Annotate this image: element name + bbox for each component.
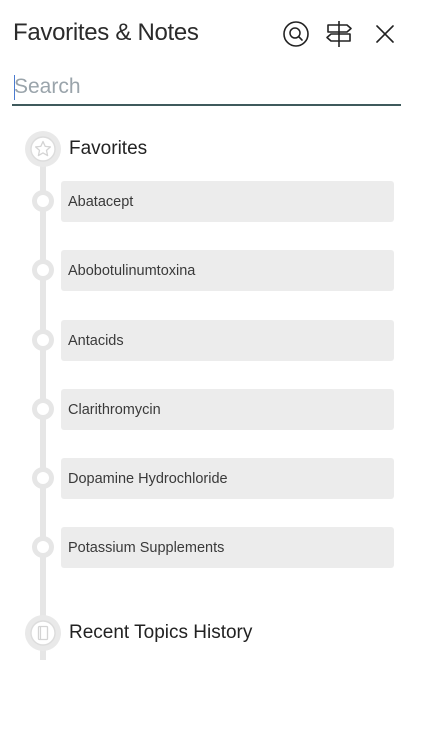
- timeline-dot: [32, 259, 54, 281]
- list-item: Potassium Supplements: [30, 527, 394, 568]
- list-item: Abobotulinumtoxina: [30, 250, 394, 291]
- favorite-item-button[interactable]: Potassium Supplements: [61, 527, 394, 568]
- favorite-item-button[interactable]: Antacids: [61, 320, 394, 361]
- book-icon: [25, 615, 61, 651]
- search-field[interactable]: [12, 72, 405, 106]
- favorites-section-header[interactable]: Favorites: [25, 130, 147, 168]
- close-icon: [376, 25, 394, 43]
- star-icon: [25, 131, 61, 167]
- favorite-item-button[interactable]: Abatacept: [61, 181, 394, 222]
- favorites-label: Favorites: [69, 138, 148, 159]
- favorite-item-label: Dopamine Hydrochloride: [68, 470, 228, 487]
- page-title: Favorites & Notes: [13, 19, 199, 46]
- favorite-item-label: Abatacept: [68, 193, 134, 210]
- list-item: Antacids: [30, 320, 394, 361]
- search-icon: [283, 21, 309, 47]
- favorite-item-button[interactable]: Clarithromycin: [61, 389, 394, 430]
- history-label: Recent Topics History: [69, 622, 253, 643]
- favorite-item-label: Potassium Supplements: [68, 539, 225, 556]
- favorite-item-label: Clarithromycin: [68, 401, 161, 418]
- text-caret: [14, 75, 15, 100]
- timeline-dot: [32, 398, 54, 420]
- favorite-item-button[interactable]: Abobotulinumtoxina: [61, 250, 394, 291]
- close-button[interactable]: [369, 18, 401, 50]
- favorite-item-label: Abobotulinumtoxina: [68, 262, 196, 279]
- favorite-item-label: Antacids: [68, 332, 124, 349]
- search-input[interactable]: [12, 72, 405, 102]
- signpost-button[interactable]: [323, 18, 355, 50]
- list-item: Abatacept: [30, 181, 394, 222]
- list-item: Clarithromycin: [30, 389, 394, 430]
- timeline-dot: [32, 536, 54, 558]
- favorite-item-button[interactable]: Dopamine Hydrochloride: [61, 458, 394, 499]
- header: Favorites & Notes: [0, 0, 422, 68]
- favorites-notes-screen: Favorites & Notes Search Favorites Abata…: [0, 0, 422, 750]
- history-section-header[interactable]: Recent Topics History: [25, 614, 252, 652]
- list-item: Dopamine Hydrochloride: [30, 458, 394, 499]
- timeline-dot: [32, 467, 54, 489]
- signpost-icon: [326, 21, 352, 47]
- timeline-dot: [32, 329, 54, 351]
- search-button[interactable]: [280, 18, 312, 50]
- timeline-dot: [32, 190, 54, 212]
